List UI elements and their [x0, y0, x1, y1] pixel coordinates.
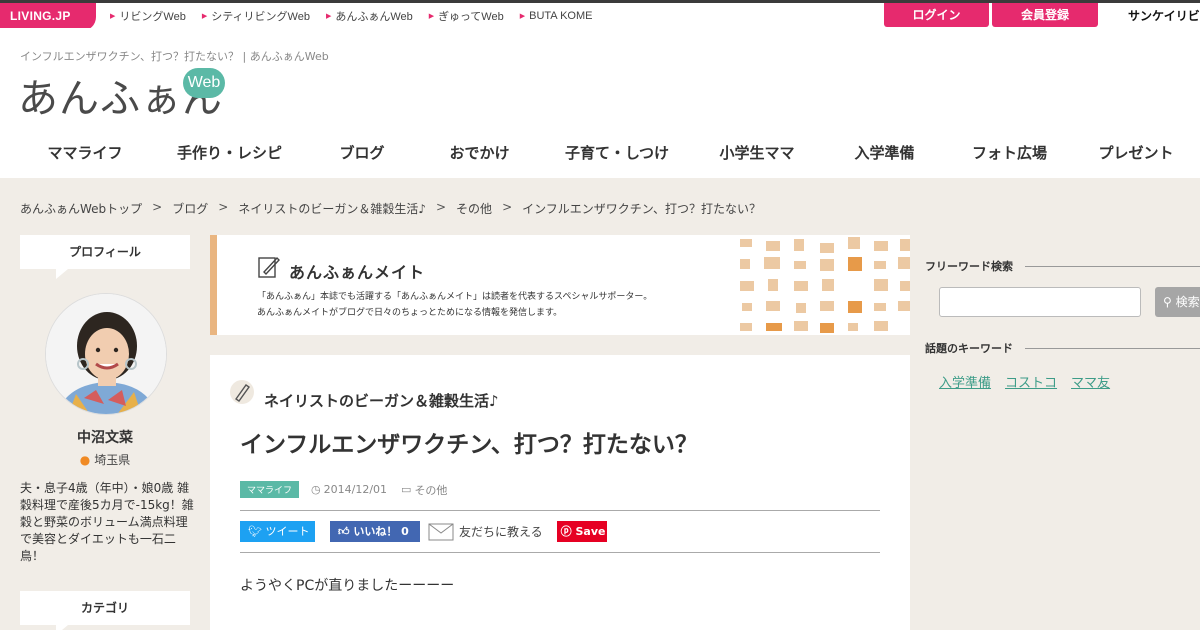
nav-shogakusei-mama[interactable]: 小学生ママ — [692, 142, 822, 168]
page-tagline: インフルエンザワクチン、打つ？打たない？ | あんふぁんWeb — [20, 50, 329, 63]
search-icon: ⚲ — [1163, 295, 1176, 309]
free-word-search-title: フリーワード検索 — [925, 258, 1200, 274]
global-nav: ママライフ 手作り・レシピ ブログ おでかけ 子育て・しつけ 小学生ママ 入学準… — [0, 142, 1200, 168]
blog-pen-icon — [230, 380, 254, 404]
clock-icon: ◷ — [311, 483, 321, 496]
nav-blog[interactable]: ブログ — [307, 142, 417, 168]
article: ネイリストのビーガン＆雑穀生活♪ インフルエンザワクチン、打つ？打たない？ ママ… — [210, 355, 910, 630]
profile-location: ● 埼玉県 — [79, 453, 131, 467]
nav-odekake[interactable]: おでかけ — [417, 142, 542, 168]
pinterest-icon: ⓟ — [560, 525, 576, 538]
nav-handmade-recipe[interactable]: 手作り・レシピ — [152, 142, 307, 168]
nav-present[interactable]: プレゼント — [1072, 142, 1200, 168]
article-folder[interactable]: その他 — [414, 482, 447, 498]
web-badge: Web — [183, 68, 225, 98]
keyword-link[interactable]: コストコ — [1005, 372, 1057, 391]
keyword-link[interactable]: 入学準備 — [939, 372, 991, 391]
category-badge[interactable]: ママライフ — [240, 481, 300, 498]
pinterest-save-button[interactable]: ⓟ Save — [556, 521, 607, 542]
net-link-butakome[interactable]: ▶ BUTA KOME — [520, 10, 593, 22]
avatar[interactable] — [45, 293, 167, 415]
sankei-living-logo[interactable]: サンケイリビ — [1128, 7, 1200, 24]
keyword-link[interactable]: ママ友 — [1071, 372, 1110, 391]
anfan-mate-banner[interactable]: あんふぁんメイト 「あんふぁん」本誌でも活躍する「あんふぁんメイト」は読者を代表… — [210, 235, 910, 335]
keyword-title: 話題のキーワード — [925, 340, 1200, 356]
triangle-icon: ▶ — [201, 13, 208, 20]
banner-pattern — [740, 237, 910, 333]
nav-photo[interactable]: フォト広場 — [947, 142, 1072, 168]
net-link-gyutte[interactable]: ▶ ぎゅってWeb — [429, 8, 504, 24]
folder-icon: ▭ — [401, 483, 412, 496]
breadcrumb-category[interactable]: その他 — [456, 200, 492, 217]
banner-text: 「あんふぁん」本誌でも活躍する「あんふぁんメイト」は読者を代表するスペシャルサポ… — [257, 292, 653, 318]
network-links: ▶ リビングWeb ▶ シティリビングWeb ▶ あんふぁんWeb ▶ ぎゅってWeb … — [110, 3, 608, 29]
thumbs-up-icon: 👍︎ — [338, 525, 354, 538]
article-body: ようやくPCが直りましたーーーー — [240, 578, 455, 594]
nav-mama-life[interactable]: ママライフ — [0, 142, 152, 168]
location-pin-icon: ● — [79, 453, 91, 467]
triangle-icon: ▶ — [519, 13, 526, 20]
mail-icon — [428, 523, 454, 540]
nav-nyugaku-junbi[interactable]: 入学準備 — [822, 142, 947, 168]
breadcrumb-blog[interactable]: ブログ — [172, 200, 208, 217]
login-button[interactable]: ログイン — [884, 3, 989, 27]
share-buttons: 🐦︎ ツイート 👍︎ いいね！ 0 友だちに教える ⓟ Save — [240, 521, 607, 542]
profile-title: プロフィール — [20, 235, 190, 279]
breadcrumb-blog-name[interactable]: ネイリストのビーガン＆雑穀生活♪ — [238, 200, 426, 217]
triangle-icon: ▶ — [325, 13, 332, 20]
article-meta: ママライフ ◷ 2014/12/01 ▭ その他 — [240, 481, 461, 498]
tweet-button[interactable]: 🐦︎ ツイート — [240, 521, 315, 542]
twitter-icon: 🐦︎ — [248, 525, 266, 538]
keyword-list: 入学準備 コストコ ママ友 — [939, 372, 1124, 391]
divider — [240, 510, 880, 511]
search-button[interactable]: ⚲ 検索 — [1155, 287, 1200, 317]
breadcrumb: あんふぁんWebトップ > ブログ > ネイリストのビーガン＆雑穀生活♪ > その他 >… — [20, 200, 762, 217]
profile-name: 中沼文菜 — [77, 430, 133, 446]
triangle-icon: ▶ — [428, 13, 435, 20]
breadcrumb-current: インフルエンザワクチン、打つ？打たない？ — [522, 202, 762, 216]
notebook-pen-icon — [258, 256, 280, 278]
network-bar: LIVING.JP ▶ リビングWeb ▶ シティリビングWeb ▶ あんふぁんWeb… — [0, 0, 1200, 31]
avatar-image — [46, 294, 166, 414]
net-link-anfan[interactable]: ▶ あんふぁんWeb — [326, 8, 413, 24]
profile-description: 夫・息子4歳（年中）・娘0歳 雑穀料理で産後5カ月で-15kg！雑穀と野菜のボリ… — [20, 481, 194, 563]
search-input[interactable] — [939, 287, 1141, 317]
net-link-city-living[interactable]: ▶ シティリビングWeb — [202, 8, 310, 24]
breadcrumb-top[interactable]: あんふぁんWebトップ — [20, 200, 142, 217]
article-date: 2014/12/01 — [323, 483, 388, 496]
like-button[interactable]: 👍︎ いいね！ 0 — [330, 521, 420, 542]
register-button[interactable]: 会員登録 — [992, 3, 1098, 27]
article-title: インフルエンザワクチン、打つ？打たない？ — [240, 432, 698, 458]
banner-title: あんふぁんメイト — [289, 263, 426, 282]
blog-name[interactable]: ネイリストのビーガン＆雑穀生活♪ — [264, 390, 499, 411]
living-logo[interactable]: LIVING.JP — [0, 3, 96, 31]
category-title: カテゴリ — [20, 591, 190, 630]
line-share-button[interactable]: 友だちに教える — [428, 523, 543, 541]
net-link-living[interactable]: ▶ リビングWeb — [110, 8, 186, 24]
divider — [240, 552, 880, 553]
nav-kosodate[interactable]: 子育て・しつけ — [542, 142, 692, 168]
site-header: インフルエンザワクチン、打つ？打たない？ | あんふぁんWeb あんふぁん We… — [0, 28, 1200, 178]
triangle-icon: ▶ — [110, 13, 116, 20]
